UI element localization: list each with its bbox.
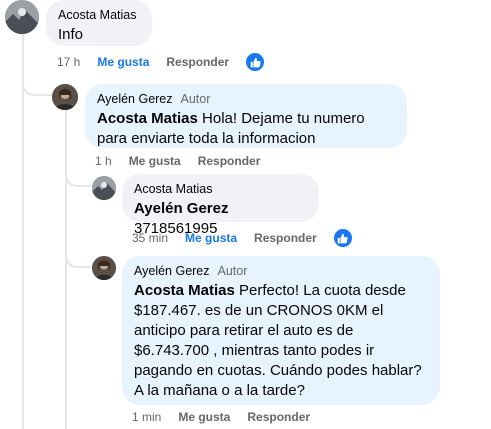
comment-bubble-author: Ayelén Gerez Autor Acosta Matias Hola! D… [85, 84, 407, 148]
comment-text: Info [58, 26, 84, 43]
thread-connector-3 [65, 240, 91, 268]
author-badge: Autor [217, 264, 248, 278]
avatar[interactable] [92, 256, 116, 280]
comment-actions: 17 h Me gusta Responder [57, 52, 265, 72]
like-reaction-icon[interactable] [246, 53, 265, 71]
comment-actions: 35 min Me gusta Responder [132, 228, 352, 248]
reply-button[interactable]: Responder [198, 154, 261, 168]
thread-connector-2 [65, 162, 91, 187]
comment-bubble: Acosta Matias Ayelén Gerez 3718561995 [122, 174, 319, 237]
like-reaction-icon[interactable] [333, 229, 352, 247]
avatar[interactable] [92, 176, 116, 200]
reply-button[interactable]: Responder [166, 55, 229, 69]
comment-text: Acosta Matias Hola! Dejame tu numero par… [97, 110, 365, 147]
thread-line-reply [65, 110, 67, 429]
mention-link[interactable]: Ayelén Gerez [134, 200, 229, 217]
reply-button[interactable]: Responder [254, 231, 317, 245]
comment-author[interactable]: Acosta Matias [134, 181, 213, 197]
comment-actions: 1 h Me gusta Responder [95, 151, 260, 171]
comment-author[interactable]: Ayelén Gerez [97, 91, 173, 107]
thread-connector-1 [22, 70, 52, 96]
like-button[interactable]: Me gusta [97, 55, 149, 69]
avatar[interactable] [52, 84, 78, 110]
like-button[interactable]: Me gusta [185, 231, 237, 245]
comment-time[interactable]: 17 h [57, 55, 80, 69]
comment-bubble: Acosta Matias Info [46, 0, 152, 46]
author-badge: Autor [180, 92, 211, 106]
reply-button[interactable]: Responder [247, 410, 310, 424]
comment-time[interactable]: 1 min [132, 410, 161, 424]
mention-link[interactable]: Acosta Matias [97, 110, 198, 127]
comment-time[interactable]: 35 min [132, 231, 168, 245]
comment-actions: 1 min Me gusta Responder [132, 407, 310, 427]
comment-time[interactable]: 1 h [95, 154, 112, 168]
like-button[interactable]: Me gusta [178, 410, 230, 424]
comment-text: Acosta Matias Perfecto! La cuota desde $… [134, 282, 422, 399]
avatar[interactable] [5, 0, 39, 34]
comment-bubble-author: Ayelén Gerez Autor Acosta Matias Perfect… [122, 256, 440, 405]
like-button[interactable]: Me gusta [129, 154, 181, 168]
comment-author[interactable]: Ayelén Gerez [134, 263, 210, 279]
mention-link[interactable]: Acosta Matias [134, 282, 235, 299]
comment-author[interactable]: Acosta Matias [58, 7, 137, 23]
